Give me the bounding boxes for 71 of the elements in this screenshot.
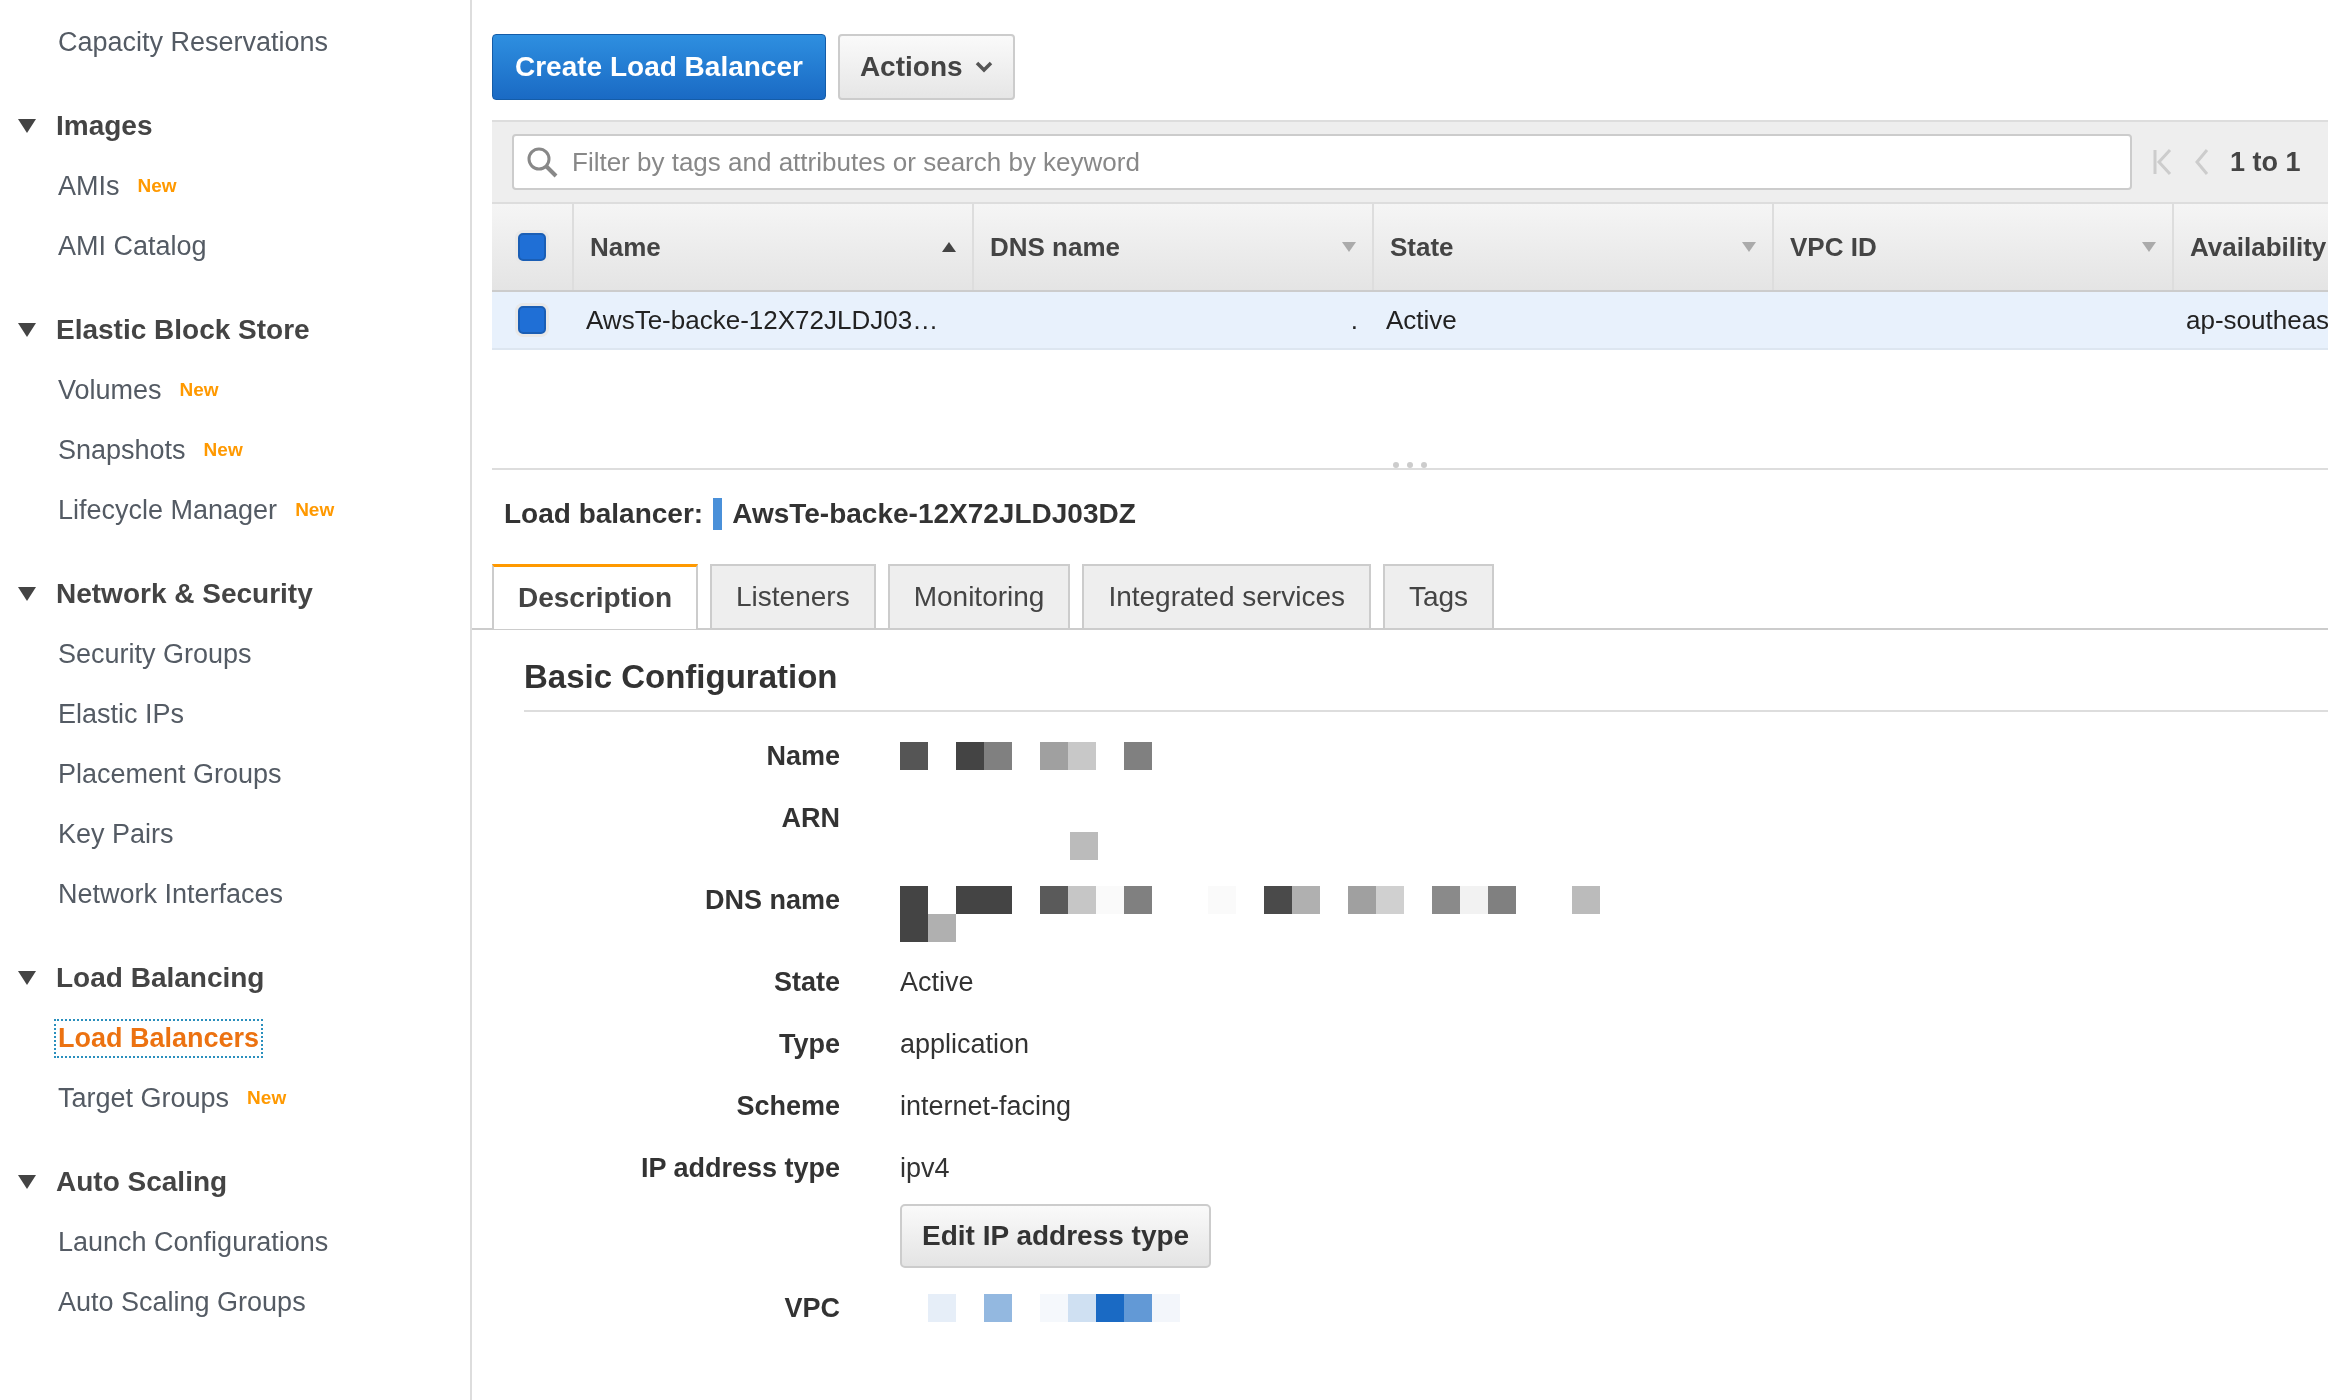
- field-label: IP address type: [639, 1152, 840, 1185]
- expand-triangle-icon[interactable]: [18, 119, 36, 133]
- field-label: ARN: [780, 802, 840, 835]
- edit-ip-address-type-button[interactable]: Edit IP address type: [900, 1204, 1212, 1268]
- field-value: Active: [900, 966, 974, 999]
- create-load-balancer-button[interactable]: Create Load Balancer: [492, 34, 826, 100]
- nav-item[interactable]: Placement Groups: [56, 756, 284, 792]
- load-balancer-name: AwsTe-backe-12X72JLDJ03DZ: [732, 498, 1136, 530]
- nav-item[interactable]: AMIs: [56, 168, 122, 204]
- nav-item[interactable]: Elastic IPs: [56, 696, 187, 732]
- new-label: New: [247, 1087, 287, 1109]
- column-header[interactable]: DNS name: [972, 204, 1372, 290]
- table-cell-text: .: [1349, 303, 1359, 337]
- table-cell-text: ap-southeas: [2185, 303, 2328, 337]
- field-label: Type: [778, 1028, 840, 1061]
- nav-item[interactable]: Network Interfaces: [56, 876, 286, 912]
- column-header[interactable]: Name: [572, 204, 972, 290]
- pagination-text: 1 to 1: [2230, 146, 2301, 178]
- tab[interactable]: Description: [492, 564, 699, 629]
- nav-group-title[interactable]: Load Balancing: [56, 962, 265, 994]
- search-icon: [526, 146, 558, 178]
- caret-icon: [974, 61, 993, 73]
- pixelated-redaction-drawing: [1070, 832, 1098, 860]
- tab[interactable]: Tags: [1382, 564, 1495, 628]
- expand-triangle-icon[interactable]: [18, 1175, 36, 1189]
- tab[interactable]: Monitoring: [887, 564, 1071, 628]
- search-field[interactable]: Filter by tags and attributes or search by keyword: [512, 134, 2132, 190]
- tab[interactable]: Integrated services: [1082, 564, 1371, 628]
- field-value: application: [900, 1028, 1030, 1061]
- expand-triangle-icon[interactable]: [18, 587, 36, 601]
- field-label: VPC: [783, 1292, 840, 1325]
- actions-button[interactable]: Actions: [837, 34, 1015, 100]
- column-header[interactable]: VPC ID: [1772, 204, 2172, 290]
- field-label: DNS name: [703, 884, 840, 917]
- nav-group-title[interactable]: Elastic Block Store: [56, 314, 310, 346]
- nav-item[interactable]: AMI Catalog: [56, 228, 209, 264]
- column-header[interactable]: State: [1372, 204, 1772, 290]
- section-title: Basic Configuration: [524, 658, 2328, 712]
- selection-marker-icon: [713, 498, 723, 530]
- nav-item[interactable]: Lifecycle Manager: [56, 492, 280, 528]
- nav-item[interactable]: Launch Configurations: [56, 1224, 331, 1260]
- nav-group-title[interactable]: Auto Scaling: [56, 1166, 228, 1198]
- nav-item[interactable]: Key Pairs: [56, 816, 176, 852]
- nav-item[interactable]: Target Groups: [56, 1080, 232, 1116]
- nav-group-title[interactable]: Network & Security: [56, 578, 313, 610]
- nav-item[interactable]: Security Groups: [56, 636, 254, 672]
- expand-triangle-icon[interactable]: [18, 323, 36, 337]
- nav-group-title[interactable]: Images: [56, 110, 153, 142]
- row-checkbox[interactable]: [518, 306, 546, 334]
- column-header[interactable]: Availability: [2172, 204, 2328, 290]
- new-label: New: [203, 439, 243, 461]
- field-label: State: [772, 966, 840, 999]
- table-cell-text: AwsTe-backe-12X72JLDJ03…: [585, 303, 940, 337]
- nav-item[interactable]: Auto Scaling Groups: [56, 1284, 308, 1320]
- new-label: New: [295, 499, 335, 521]
- nav-item[interactable]: Volumes: [56, 372, 164, 408]
- tab[interactable]: Listeners: [710, 564, 876, 628]
- field-label: Scheme: [735, 1090, 840, 1123]
- nav-item[interactable]: Snapshots: [56, 432, 188, 468]
- field-value: ipv4: [900, 1152, 950, 1185]
- new-label: New: [137, 175, 177, 197]
- expand-triangle-icon[interactable]: [18, 971, 36, 985]
- resize-handle-icon[interactable]: [1390, 460, 1430, 468]
- field-value: internet-facing: [900, 1090, 1072, 1123]
- nav-item[interactable]: Capacity Reservations: [56, 24, 331, 60]
- detail-label: Load balancer:: [504, 498, 704, 530]
- field-label: Name: [765, 740, 840, 773]
- new-label: New: [179, 379, 219, 401]
- select-all-checkbox[interactable]: [518, 233, 546, 261]
- table-cell-text: Active: [1385, 303, 1458, 337]
- table-row[interactable]: AwsTe-backe-12X72JLDJ03… . Active ap-southeas: [492, 292, 2328, 350]
